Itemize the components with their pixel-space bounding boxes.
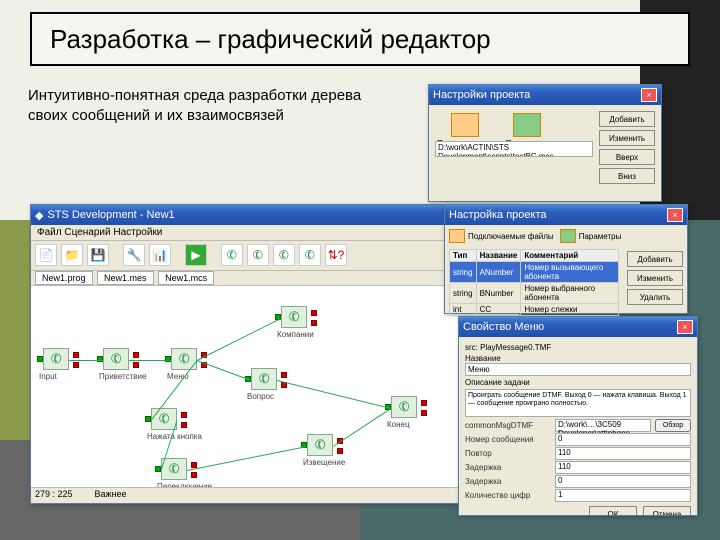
open-button[interactable]: 📁 — [61, 244, 83, 266]
tool-branch[interactable]: ⇅? — [325, 244, 347, 266]
edit-button[interactable]: Изменить — [599, 130, 655, 146]
edge — [277, 380, 391, 409]
close-icon[interactable]: × — [667, 208, 683, 222]
dlg3-title: Свойство Меню — [463, 321, 544, 333]
project-settings-dialog-1: Настройки проекта × Подключаемые файлы П… — [428, 84, 662, 202]
properties-dialog: Свойство Меню × src: PlayMessage0.TMF На… — [458, 316, 698, 516]
slide-title-box: Разработка – графический редактор — [30, 12, 690, 66]
close-icon[interactable]: × — [677, 320, 693, 334]
node-4[interactable]: ✆Вопрос — [251, 368, 281, 398]
new-button[interactable]: 📄 — [35, 244, 57, 266]
prop-row: Задержка0 — [465, 475, 691, 488]
dlg3-titlebar[interactable]: Свойство Меню × — [459, 317, 697, 337]
src-path: src: PlayMessage0.TMF — [465, 343, 691, 352]
gear-icon — [560, 229, 576, 243]
status-mode: Важнее — [95, 489, 127, 502]
prop-value[interactable]: 110 — [555, 461, 691, 474]
browse-button[interactable]: Обзор — [655, 419, 691, 432]
status-coords: 279 : 225 — [35, 489, 73, 502]
run-button[interactable]: ▶ — [185, 244, 207, 266]
tool-phone-1[interactable]: ✆ — [221, 244, 243, 266]
editor-title: STS Development - New1 — [47, 209, 174, 221]
tab-0[interactable]: New1.prog — [35, 271, 93, 285]
folder-icon — [451, 113, 479, 137]
prop-value[interactable]: D:\work\…\3C509 Developer\att\phone — [555, 419, 651, 432]
tab-1[interactable]: New1.mes — [97, 271, 154, 285]
ok-button[interactable]: ОК — [589, 506, 637, 515]
prop-value[interactable]: 0 — [555, 433, 691, 446]
delete-button[interactable]: Удалить — [627, 289, 683, 305]
desc-label: Описание задачи — [465, 378, 691, 387]
name-label: Название — [465, 354, 691, 363]
tool-phone-3[interactable]: ✆ — [273, 244, 295, 266]
project-settings-dialog-2: Настройка проекта × Подключаемые файлы П… — [444, 204, 688, 314]
slide-title: Разработка – графический редактор — [50, 24, 491, 55]
statusbar: 279 : 225 Важнее — [31, 487, 519, 503]
add-button[interactable]: Добавить — [599, 111, 655, 127]
gear-icon — [513, 113, 541, 137]
prop-row: Количество цифр1 — [465, 489, 691, 502]
table-row: stringBNumberНомер выбранного абонента — [450, 283, 619, 304]
edge — [69, 360, 103, 361]
edge — [333, 408, 392, 447]
tab-params[interactable]: Параметры — [560, 229, 622, 243]
edge — [197, 360, 251, 381]
prop-value[interactable]: 110 — [555, 447, 691, 460]
tab-2[interactable]: New1.mcs — [158, 271, 214, 285]
node-3[interactable]: ✆Компании — [281, 306, 311, 336]
close-icon[interactable]: × — [641, 88, 657, 102]
edge — [129, 360, 171, 361]
path-field[interactable]: D:\work\ACTIN\STS Development\scripts\te… — [435, 141, 593, 157]
edge — [187, 446, 307, 471]
dlg2-titlebar[interactable]: Настройка проекта × — [445, 205, 687, 225]
canvas[interactable]: ✆Input✆Приветствие✆Меню✆Компании✆Вопрос✆… — [31, 286, 519, 496]
node-0[interactable]: ✆Input — [43, 348, 73, 378]
node-7[interactable]: ✆Извещение — [307, 434, 337, 464]
slide-body: Интуитивно-понятная среда разработки дер… — [28, 86, 388, 127]
up-button[interactable]: Вверх — [599, 149, 655, 165]
edit-button[interactable]: Изменить — [627, 270, 683, 286]
node-8[interactable]: ✆Конец — [391, 396, 421, 426]
settings-button[interactable]: 🔧 — [123, 244, 145, 266]
prop-row: Номер сообщения0 — [465, 433, 691, 446]
dlg1-title: Настройки проекта — [433, 89, 530, 101]
params-table[interactable]: ТипНазваниеКомментарий stringANumberНоме… — [449, 249, 619, 316]
add-button[interactable]: Добавить — [627, 251, 683, 267]
dlg2-title: Настройка проекта — [449, 209, 547, 221]
edge — [197, 318, 281, 361]
prop-row: Задержка110 — [465, 461, 691, 474]
name-input[interactable] — [465, 363, 691, 376]
tool-phone-2[interactable]: ✆ — [247, 244, 269, 266]
cancel-button[interactable]: Отмена — [643, 506, 691, 515]
tool-phone-4[interactable]: ✆ — [299, 244, 321, 266]
app-icon: ◆ — [35, 209, 43, 222]
table-row: intCCНомер слежки — [450, 304, 619, 316]
save-button[interactable]: 💾 — [87, 244, 109, 266]
desc-box: Проиграть сообщение DTMF. Выход 0 — нажа… — [465, 389, 691, 417]
down-button[interactable]: Вниз — [599, 168, 655, 184]
tab-files[interactable]: Подключаемые файлы — [449, 229, 554, 243]
prop-row: commonMsgDTMFD:\work\…\3C509 Developer\a… — [465, 419, 691, 432]
node-1[interactable]: ✆Приветствие — [103, 348, 133, 378]
node-6[interactable]: ✆Переключение — [161, 458, 191, 488]
prop-value[interactable]: 0 — [555, 475, 691, 488]
params-button[interactable]: 📊 — [149, 244, 171, 266]
dlg1-titlebar[interactable]: Настройки проекта × — [429, 85, 661, 105]
table-row: stringANumberНомер вызывающего абонента — [450, 262, 619, 283]
folder-icon — [449, 229, 465, 243]
prop-value[interactable]: 1 — [555, 489, 691, 502]
prop-row: Повтор110 — [465, 447, 691, 460]
